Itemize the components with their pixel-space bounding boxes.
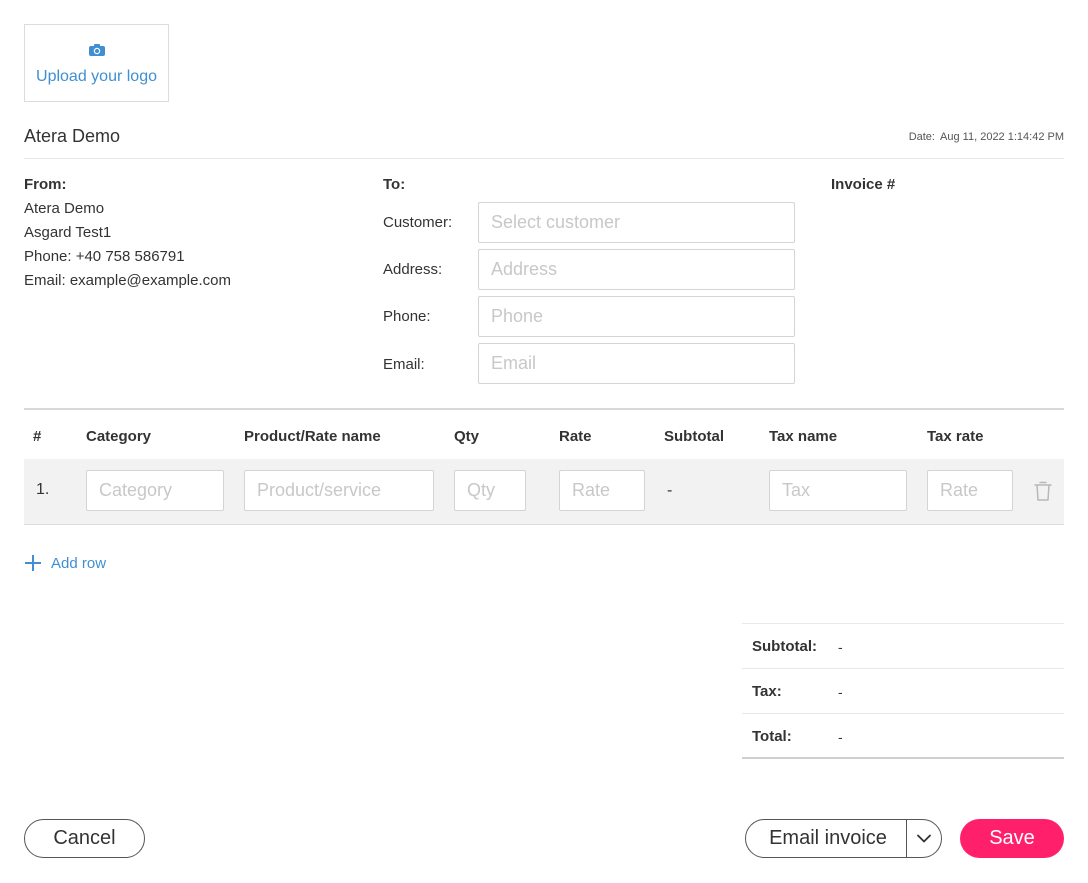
tax-label: Tax: bbox=[752, 683, 782, 700]
summary-divider bbox=[742, 668, 1064, 669]
cancel-button[interactable]: Cancel bbox=[24, 819, 145, 858]
address-input[interactable] bbox=[478, 249, 795, 290]
customer-select[interactable] bbox=[478, 202, 795, 243]
column-header-tax-name: Tax name bbox=[769, 428, 838, 445]
total-value: - bbox=[838, 729, 843, 745]
date-label: Date: bbox=[908, 131, 935, 143]
column-header-category: Category bbox=[86, 428, 152, 445]
tax-name-input[interactable] bbox=[769, 470, 907, 511]
category-input[interactable] bbox=[86, 470, 224, 511]
invoice-number-label: Invoice # bbox=[831, 176, 896, 193]
summary-divider bbox=[742, 623, 1064, 624]
summary-divider bbox=[742, 713, 1064, 714]
column-header-rate: Rate bbox=[559, 428, 592, 445]
plus-icon bbox=[25, 555, 41, 571]
to-title: To: bbox=[383, 176, 406, 193]
email-invoice-button[interactable]: Email invoice bbox=[746, 820, 906, 857]
product-input[interactable] bbox=[244, 470, 434, 511]
from-title: From: bbox=[24, 176, 67, 193]
date-value: Aug 11, 2022 1:14:42 PM bbox=[940, 131, 1064, 143]
column-header-subtotal: Subtotal bbox=[664, 428, 724, 445]
from-line: Asgard Test1 bbox=[24, 224, 112, 241]
address-label: Address: bbox=[383, 261, 443, 278]
customer-label: Customer: bbox=[383, 214, 453, 231]
column-header-number: # bbox=[33, 428, 42, 445]
qty-input[interactable] bbox=[454, 470, 526, 511]
from-line: Email: example@example.com bbox=[24, 272, 231, 289]
column-header-qty: Qty bbox=[454, 428, 480, 445]
email-invoice-split-button: Email invoice bbox=[745, 819, 942, 858]
table-divider bbox=[24, 408, 1064, 410]
subtotal-value: - bbox=[838, 639, 843, 655]
rate-input[interactable] bbox=[559, 470, 645, 511]
email-options-toggle[interactable] bbox=[907, 820, 941, 857]
column-header-tax-rate: Tax rate bbox=[927, 428, 984, 445]
header-divider bbox=[24, 158, 1064, 159]
add-row-button[interactable]: Add row bbox=[24, 552, 106, 574]
upload-logo-button[interactable]: Upload your logo bbox=[24, 24, 169, 102]
total-label: Total: bbox=[752, 728, 792, 745]
row-subtotal: - bbox=[667, 482, 673, 499]
phone-input[interactable] bbox=[478, 296, 795, 337]
email-label: Email: bbox=[383, 356, 425, 373]
phone-label: Phone: bbox=[383, 308, 431, 325]
company-name: Atera Demo bbox=[24, 126, 121, 146]
save-button[interactable]: Save bbox=[960, 819, 1064, 858]
chevron-down-icon bbox=[917, 834, 931, 843]
subtotal-label: Subtotal: bbox=[752, 638, 817, 655]
from-line: Phone: +40 758 586791 bbox=[24, 248, 185, 265]
email-input[interactable] bbox=[478, 343, 795, 384]
row-number: 1. bbox=[36, 481, 50, 498]
column-header-product: Product/Rate name bbox=[244, 428, 381, 445]
summary-bottom-divider bbox=[742, 757, 1064, 759]
from-line: Atera Demo bbox=[24, 200, 105, 217]
invoice-date: Date: Aug 11, 2022 1:14:42 PM bbox=[907, 131, 1064, 143]
tax-rate-input[interactable] bbox=[927, 470, 1013, 511]
camera-icon bbox=[89, 44, 105, 56]
upload-logo-label: Upload your logo bbox=[36, 68, 157, 85]
add-row-label: Add row bbox=[51, 554, 107, 572]
trash-icon[interactable] bbox=[1033, 480, 1053, 502]
tax-value: - bbox=[838, 684, 843, 700]
